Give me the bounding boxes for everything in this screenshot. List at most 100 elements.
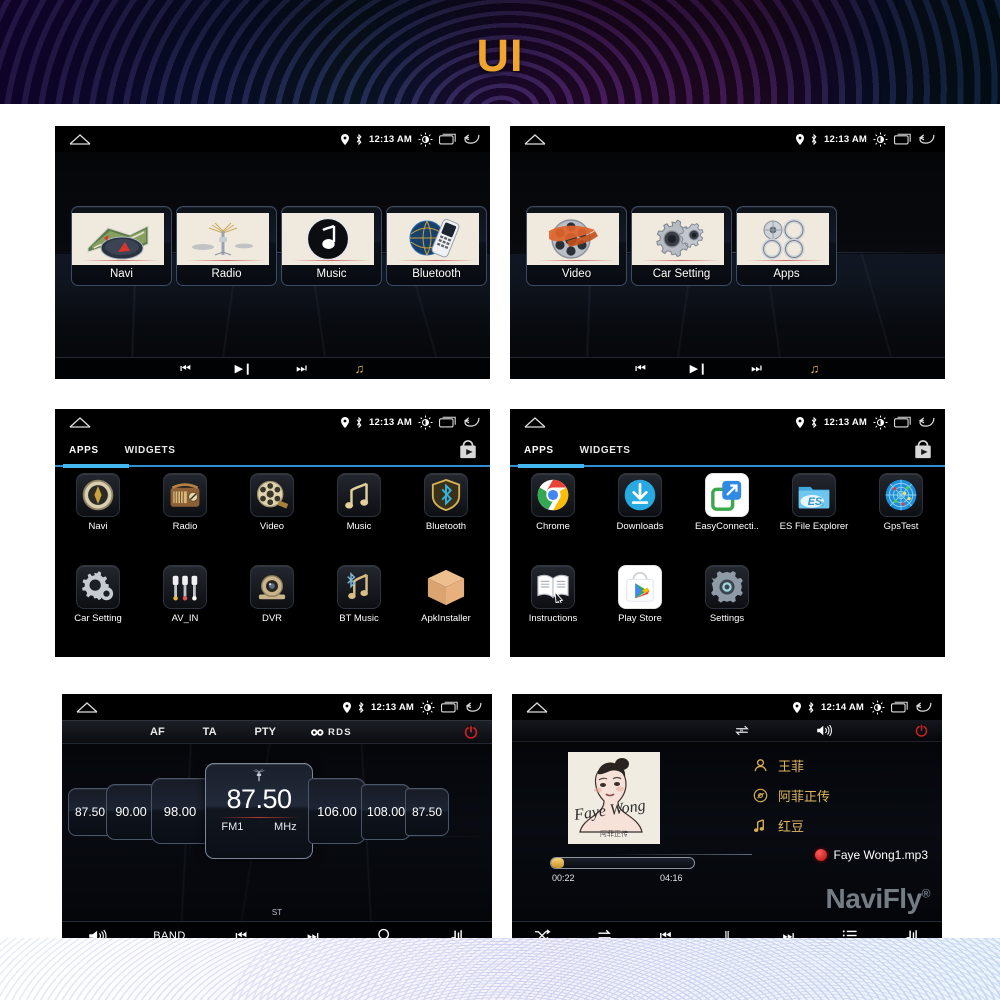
- power-icon[interactable]: [464, 725, 478, 739]
- home-tile-radio[interactable]: Radio: [176, 206, 277, 286]
- app-easyconnection[interactable]: EasyConnecti..: [689, 473, 765, 532]
- brightness-icon[interactable]: [873, 415, 888, 430]
- recent-apps-icon[interactable]: [894, 416, 912, 428]
- app-label: Settings: [709, 613, 745, 624]
- bluetooth-icon: [357, 701, 365, 713]
- back-arrow-icon[interactable]: [915, 701, 932, 713]
- brightness-icon[interactable]: [873, 132, 888, 147]
- home-icon[interactable]: [524, 133, 546, 145]
- recent-apps-icon[interactable]: [441, 701, 459, 713]
- tab-apps[interactable]: APPS: [524, 445, 554, 456]
- app-radio[interactable]: Radio: [147, 473, 223, 532]
- previous-track-icon[interactable]: ⏮: [157, 361, 215, 376]
- gears-icon: [632, 213, 724, 265]
- preset-6[interactable]: 87.50: [405, 788, 449, 836]
- bluetooth-icon: [355, 416, 363, 428]
- tab-active-indicator: [63, 464, 129, 468]
- home-icon[interactable]: [526, 701, 548, 713]
- screen-home-page2: 12:13 AM Video Car Setting Apps ⏮ ▶❙ ⏭ ♫: [510, 126, 945, 379]
- home-icon[interactable]: [76, 701, 98, 713]
- navifly-watermark: NaviFly®: [825, 883, 931, 914]
- home-tile-bluetooth[interactable]: Bluetooth: [386, 206, 487, 286]
- repeat-all-icon[interactable]: A: [734, 724, 750, 737]
- app-label: Bluetooth: [425, 521, 467, 532]
- back-arrow-icon[interactable]: [918, 133, 935, 145]
- music-note-icon[interactable]: ♫: [786, 361, 844, 376]
- play-pause-icon[interactable]: ▶❙: [215, 362, 273, 375]
- home-icon[interactable]: [69, 133, 91, 145]
- power-icon[interactable]: [915, 724, 928, 737]
- bt-music-icon: [337, 565, 381, 609]
- transport-bar: ⏮ ▶❙ ⏭ ♫: [510, 357, 945, 379]
- page-footer-decoration: [0, 938, 1000, 1000]
- current-station-display[interactable]: 87.50 FM1 MHz: [205, 763, 313, 859]
- app-bt-music[interactable]: BT Music: [321, 565, 397, 624]
- recent-apps-icon[interactable]: [439, 133, 457, 145]
- tile-label: Apps: [773, 268, 800, 280]
- brightness-icon[interactable]: [420, 700, 435, 715]
- app-av-in[interactable]: AV_IN: [147, 565, 223, 624]
- preset-5[interactable]: 108.00: [361, 784, 411, 840]
- app-label: Video: [259, 521, 285, 532]
- app-play-store[interactable]: Play Store: [602, 565, 678, 624]
- home-tile-navi[interactable]: Navi: [71, 206, 172, 286]
- app-navi[interactable]: Navi: [60, 473, 136, 532]
- tab-widgets[interactable]: WIDGETS: [125, 445, 176, 456]
- brightness-icon[interactable]: [418, 132, 433, 147]
- app-es-file-explorer[interactable]: ES 3 ES File Explorer: [776, 473, 852, 532]
- recent-apps-icon[interactable]: [439, 416, 457, 428]
- brightness-icon[interactable]: [418, 415, 433, 430]
- app-video[interactable]: Video: [234, 473, 310, 532]
- app-music[interactable]: Music: [321, 473, 397, 532]
- home-icon[interactable]: [524, 416, 546, 428]
- location-pin-icon: [796, 133, 805, 145]
- brightness-icon[interactable]: [870, 700, 885, 715]
- status-time: 12:13 AM: [369, 133, 412, 145]
- play-pause-icon[interactable]: ▶❙: [670, 362, 728, 375]
- status-bar: 12:13 AM: [510, 409, 945, 435]
- volume-icon[interactable]: [816, 724, 834, 737]
- recent-apps-icon[interactable]: [891, 701, 909, 713]
- next-track-icon[interactable]: ⏭: [728, 361, 786, 376]
- app-instructions[interactable]: Instructions: [515, 565, 591, 624]
- home-tile-video[interactable]: Video: [526, 206, 627, 286]
- bluetooth-icon: [810, 416, 818, 428]
- previous-track-icon[interactable]: ⏮: [612, 361, 670, 376]
- tab-apps[interactable]: APPS: [69, 445, 99, 456]
- app-bluetooth[interactable]: Bluetooth: [408, 473, 484, 532]
- back-arrow-icon[interactable]: [463, 416, 480, 428]
- ta-button[interactable]: TA: [203, 726, 217, 738]
- location-pin-icon: [341, 133, 350, 145]
- app-car-setting[interactable]: Car Setting: [60, 565, 136, 624]
- home-tile-music[interactable]: Music: [281, 206, 382, 286]
- app-chrome[interactable]: Chrome: [515, 473, 591, 532]
- music-note-icon[interactable]: ♫: [331, 361, 389, 376]
- progress-bar[interactable]: [550, 857, 695, 869]
- home-tile-car-setting[interactable]: Car Setting: [631, 206, 732, 286]
- app-settings[interactable]: Settings: [689, 565, 765, 624]
- app-downloads[interactable]: Downloads: [602, 473, 678, 532]
- back-arrow-icon[interactable]: [465, 701, 482, 713]
- rds-indicator[interactable]: RDS: [310, 727, 352, 738]
- next-track-icon[interactable]: ⏭: [273, 361, 331, 376]
- home-tile-apps[interactable]: Apps: [736, 206, 837, 286]
- play-store-bag-icon[interactable]: [458, 440, 478, 460]
- recent-apps-icon[interactable]: [894, 133, 912, 145]
- app-dvr[interactable]: DVR: [234, 565, 310, 624]
- tile-label: Car Setting: [652, 268, 711, 280]
- app-apk-installer[interactable]: ApkInstaller: [408, 565, 484, 624]
- back-arrow-icon[interactable]: [463, 133, 480, 145]
- preset-2[interactable]: 90.00: [106, 784, 156, 840]
- preset-4[interactable]: 106.00: [308, 778, 366, 844]
- af-button[interactable]: AF: [150, 726, 165, 738]
- pty-button[interactable]: PTY: [255, 726, 276, 738]
- back-arrow-icon[interactable]: [918, 416, 935, 428]
- home-icon[interactable]: [69, 416, 91, 428]
- preset-3[interactable]: 98.00: [151, 778, 209, 844]
- app-gpstest[interactable]: GpsTest: [863, 473, 939, 532]
- av-plugs-icon: [163, 565, 207, 609]
- tab-widgets[interactable]: WIDGETS: [580, 445, 631, 456]
- gpstest-radar-icon: [879, 473, 923, 517]
- navi-compass-icon: [76, 473, 120, 517]
- play-store-bag-icon[interactable]: [913, 440, 933, 460]
